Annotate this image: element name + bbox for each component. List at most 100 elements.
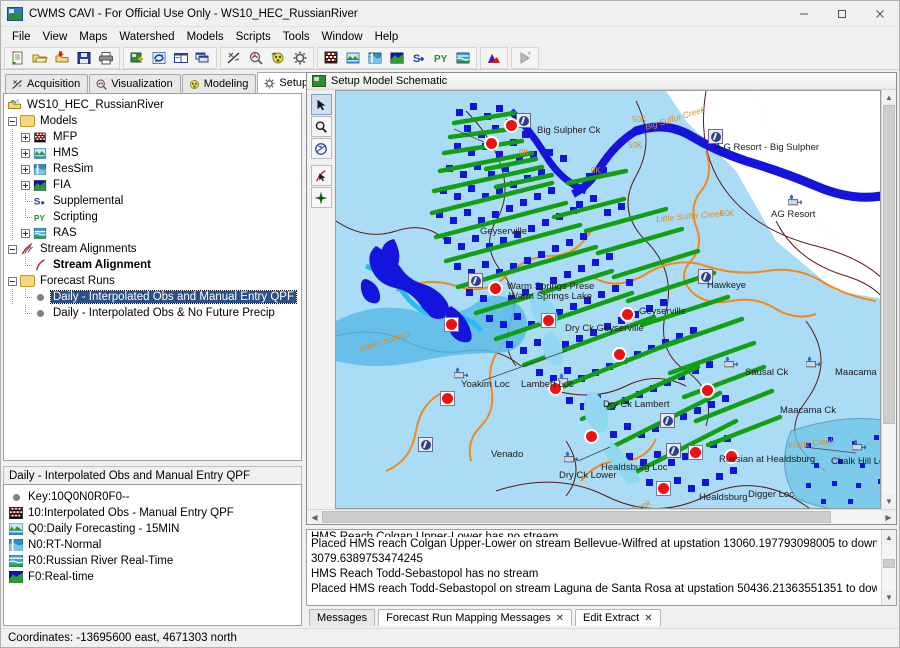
run-play-icon[interactable]	[514, 47, 536, 68]
tab-forecast-run-mapping-messages[interactable]: Forecast Run Mapping Messages ✕	[378, 609, 572, 626]
collapse-toggle[interactable]	[6, 113, 19, 129]
expand-toggle[interactable]	[19, 225, 32, 241]
tree-row-scripting[interactable]: PY Scripting	[6, 209, 301, 225]
supplemental-icon[interactable]: S	[408, 47, 430, 68]
tab-visualization[interactable]: Visualization	[89, 74, 181, 93]
hydrograph-icon[interactable]	[483, 47, 505, 68]
scroll-thumb[interactable]	[322, 511, 831, 523]
modeling-icon[interactable]	[267, 47, 289, 68]
pan-tool[interactable]	[310, 138, 332, 159]
tree-row-root[interactable]: S WS10_HEC_RussianRiver	[6, 97, 301, 113]
gauge-station-icon[interactable]	[660, 413, 675, 428]
cascade-windows-icon[interactable]	[192, 47, 214, 68]
scroll-down-arrow[interactable]: ▼	[882, 494, 896, 509]
tree-row-stream-alignments[interactable]: Stream Alignments	[6, 241, 301, 257]
hms-icon	[8, 522, 24, 536]
water-gauge-icon[interactable]	[564, 451, 578, 464]
gauge-station-icon[interactable]	[468, 273, 483, 288]
gauge-station-icon[interactable]	[418, 437, 433, 452]
messages-area[interactable]: HMS Reach Colgan Upper-Lower has no stre…	[306, 529, 897, 606]
menu-models[interactable]: Models	[181, 30, 230, 44]
svg-text:S: S	[413, 53, 420, 65]
tab-modeling[interactable]: Modeling	[181, 74, 257, 93]
tab-acquisition[interactable]: Acquisition	[5, 74, 89, 93]
refresh-icon[interactable]	[148, 47, 170, 68]
scroll-track[interactable]	[882, 105, 896, 494]
scroll-track[interactable]	[882, 545, 896, 590]
close-icon[interactable]: ✕	[556, 613, 564, 624]
minimize-button[interactable]	[785, 1, 823, 27]
menu-tools[interactable]: Tools	[277, 30, 316, 44]
tree-row-ras[interactable]: RAS	[6, 225, 301, 241]
scroll-thumb[interactable]	[883, 105, 895, 424]
tab-messages[interactable]: Messages	[309, 609, 376, 626]
expand-toggle[interactable]	[19, 161, 32, 177]
gauge-station-icon[interactable]	[666, 443, 681, 458]
expand-toggle[interactable]	[19, 129, 32, 145]
tree-row-forecast-runs[interactable]: Forecast Runs	[6, 273, 301, 289]
tree-row-mfp[interactable]: MFP	[6, 129, 301, 145]
zoom-magnifier-tool[interactable]	[310, 116, 332, 137]
scroll-up-arrow[interactable]: ▲	[882, 90, 896, 105]
tree-row-ressim[interactable]: ResSim	[6, 161, 301, 177]
open-folder-icon[interactable]	[29, 47, 51, 68]
menu-scripts[interactable]: Scripts	[230, 30, 277, 44]
stream-pick-tool[interactable]	[310, 165, 332, 186]
menu-watershed[interactable]: Watershed	[113, 30, 180, 44]
water-gauge-icon[interactable]	[788, 194, 802, 207]
tile-windows-icon[interactable]	[170, 47, 192, 68]
tab-edit-extract[interactable]: Edit Extract ✕	[575, 609, 661, 626]
tree-label: Models	[40, 115, 78, 127]
ras-icon[interactable]	[452, 47, 474, 68]
bullet-icon	[32, 305, 48, 321]
close-button[interactable]	[861, 1, 899, 27]
save-icon[interactable]	[73, 47, 95, 68]
close-icon[interactable]: ✕	[644, 613, 652, 624]
tree-row-fia[interactable]: FIA	[6, 177, 301, 193]
messages-vertical-scrollbar[interactable]: ▲ ▼	[881, 530, 896, 605]
scroll-right-arrow[interactable]: ▶	[881, 510, 896, 524]
add-map-layer-icon[interactable]	[126, 47, 148, 68]
mfp-grid-icon[interactable]	[320, 47, 342, 68]
menu-view[interactable]: View	[37, 30, 74, 44]
hms-icon[interactable]	[342, 47, 364, 68]
print-icon[interactable]	[95, 47, 117, 68]
water-gauge-icon[interactable]	[806, 356, 820, 369]
visualization-icon[interactable]: A	[245, 47, 267, 68]
fia-icon[interactable]	[386, 47, 408, 68]
tree-row-stream-alignment[interactable]: Stream Alignment	[6, 257, 301, 273]
scroll-left-arrow[interactable]: ◀	[307, 510, 322, 524]
map-horizontal-scrollbar[interactable]: ◀ ▶	[307, 509, 896, 524]
setup-gear-icon[interactable]	[289, 47, 311, 68]
scripting-py-icon[interactable]: PY	[430, 47, 452, 68]
map-canvas[interactable]: Big Sulfur Creek Little Sulfur Creek Mil…	[335, 90, 881, 509]
menu-help[interactable]: Help	[369, 30, 405, 44]
collapse-toggle[interactable]	[6, 273, 19, 289]
collapse-toggle[interactable]	[6, 241, 19, 257]
import-watershed-icon[interactable]	[51, 47, 73, 68]
select-arrow-tool[interactable]	[310, 94, 332, 115]
menu-maps[interactable]: Maps	[73, 30, 113, 44]
acquisition-icon[interactable]	[223, 47, 245, 68]
scroll-up-arrow[interactable]: ▲	[882, 530, 896, 545]
tree-row-forecast-run-selected[interactable]: Daily - Interpolated Obs and Manual Entr…	[6, 289, 301, 305]
tree-row-supplemental[interactable]: S Supplemental	[6, 193, 301, 209]
tree-row-hms[interactable]: HMS	[6, 145, 301, 161]
tree-row-forecast-run[interactable]: Daily - Interpolated Obs & No Future Pre…	[6, 305, 301, 321]
menu-file[interactable]: File	[6, 30, 37, 44]
menu-window[interactable]: Window	[316, 30, 369, 44]
expand-toggle[interactable]	[19, 145, 32, 161]
map-vertical-scrollbar[interactable]: ▲ ▼	[881, 90, 896, 509]
scroll-track[interactable]	[322, 510, 881, 524]
scroll-thumb[interactable]	[883, 558, 895, 569]
water-gauge-icon[interactable]	[724, 356, 738, 369]
maximize-button[interactable]	[823, 1, 861, 27]
watershed-tree-panel[interactable]: S WS10_HEC_RussianRiver Models MFP HMS R…	[3, 93, 302, 461]
scroll-down-arrow[interactable]: ▼	[882, 590, 896, 605]
compass-extent-tool[interactable]	[310, 187, 332, 208]
expand-toggle[interactable]	[19, 177, 32, 193]
tree-row-models[interactable]: Models	[6, 113, 301, 129]
new-watershed-icon[interactable]	[7, 47, 29, 68]
ressim-icon[interactable]	[364, 47, 386, 68]
water-gauge-icon[interactable]	[852, 439, 866, 452]
